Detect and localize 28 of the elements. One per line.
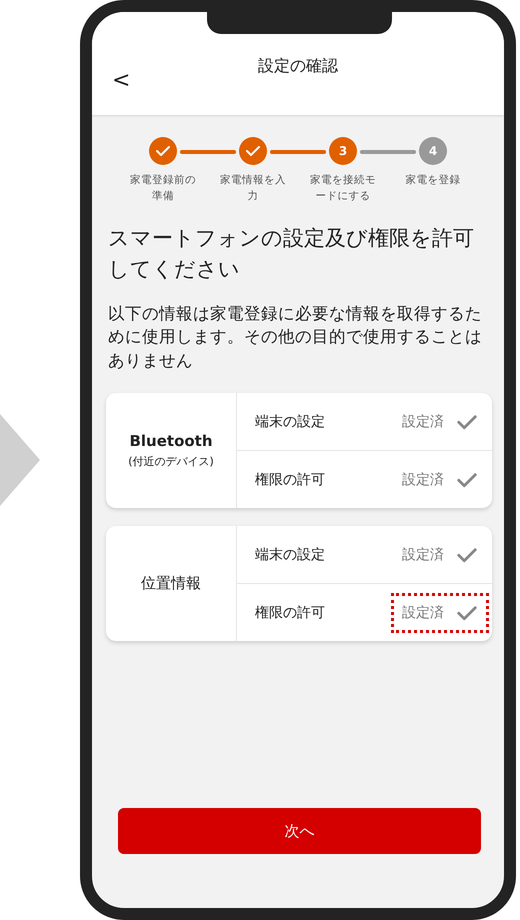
status-text: 設定済 — [402, 412, 444, 431]
card-title: 位置情報 — [141, 574, 201, 594]
step-label: 家電登録前の準備 — [130, 173, 196, 204]
next-button[interactable]: 次へ — [118, 808, 481, 854]
step-connector — [270, 150, 326, 154]
card-subtitle: (付近のデバイス) — [128, 454, 214, 470]
description-text: 以下の情報は家電登録に必要な情報を取得するために使用します。その他の目的で使用することはありません — [107, 302, 483, 372]
step-connector — [360, 150, 416, 154]
check-icon — [245, 145, 261, 157]
setting-label: 端末の設定 — [255, 546, 326, 564]
setting-label: 端末の設定 — [255, 412, 326, 431]
status-text: 設定済 — [402, 604, 444, 622]
step-connector — [180, 150, 236, 154]
status-text: 設定済 — [402, 470, 444, 489]
check-icon — [155, 145, 171, 157]
setting-label: 権限の許可 — [255, 470, 326, 489]
step-label: 家電を接続モードにする — [310, 173, 376, 204]
step-circle: 3 — [329, 137, 357, 165]
status-text: 設定済 — [402, 546, 444, 564]
screen-title: 設定の確認 — [257, 56, 339, 77]
back-button[interactable]: < — [112, 68, 130, 93]
card-title: Bluetooth — [129, 432, 213, 450]
arrow-icon — [0, 414, 40, 506]
setting-label: 権限の許可 — [255, 604, 326, 622]
step-label: 家電情報を入力 — [220, 173, 286, 204]
step-circle: 4 — [419, 137, 447, 165]
page-heading: スマートフォンの設定及び権限を許可してください — [107, 224, 475, 283]
step-label: 家電を登録 — [404, 173, 462, 188]
